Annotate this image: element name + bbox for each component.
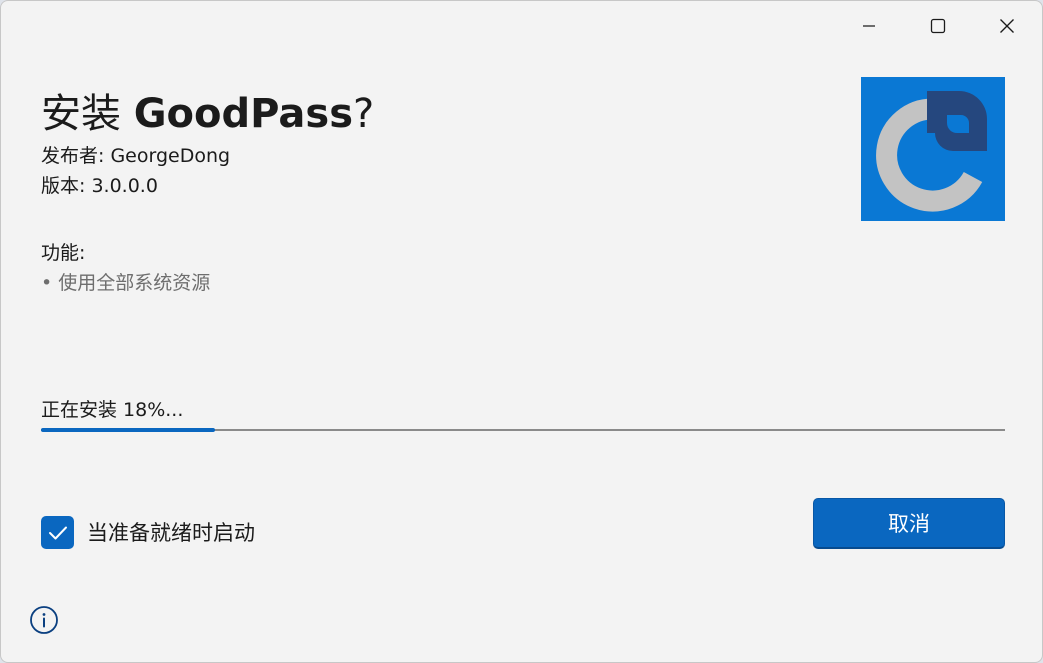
info-icon	[30, 606, 58, 634]
goodpass-logo	[861, 77, 1005, 221]
feature-item: • 使用全部系统资源	[41, 272, 211, 294]
maximize-button[interactable]	[904, 1, 972, 51]
minimize-button[interactable]	[835, 1, 903, 51]
title-suffix: ?	[353, 91, 375, 137]
app-name: GoodPass	[133, 91, 353, 137]
progress-status-text: 正在安装 18%...	[41, 399, 184, 421]
checkmark-icon	[48, 526, 67, 539]
title-prefix: 安装	[41, 91, 134, 137]
version-line: 版本: 3.0.0.0	[41, 171, 158, 198]
version-value: 3.0.0.0	[91, 175, 158, 197]
minimize-icon	[863, 25, 875, 27]
info-button[interactable]	[29, 605, 59, 635]
progress-bar-fill	[41, 428, 215, 432]
publisher-line: 发布者: GeorgeDong	[41, 141, 230, 168]
installer-window: 安装 GoodPass? 发布者: GeorgeDong 版本: 3.0.0.0…	[0, 0, 1043, 663]
features-heading: 功能:	[41, 242, 86, 264]
maximize-icon	[930, 18, 946, 34]
launch-when-ready-label[interactable]: 当准备就绪时启动	[87, 517, 255, 547]
close-button[interactable]	[973, 1, 1041, 51]
cancel-button[interactable]: 取消	[813, 498, 1005, 549]
version-label: 版本:	[41, 175, 92, 197]
publisher-label: 发布者:	[41, 145, 111, 167]
close-icon	[1000, 19, 1014, 33]
launch-when-ready-checkbox[interactable]	[41, 516, 74, 549]
publisher-value: GeorgeDong	[110, 145, 231, 167]
page-title: 安装 GoodPass?	[41, 81, 374, 139]
